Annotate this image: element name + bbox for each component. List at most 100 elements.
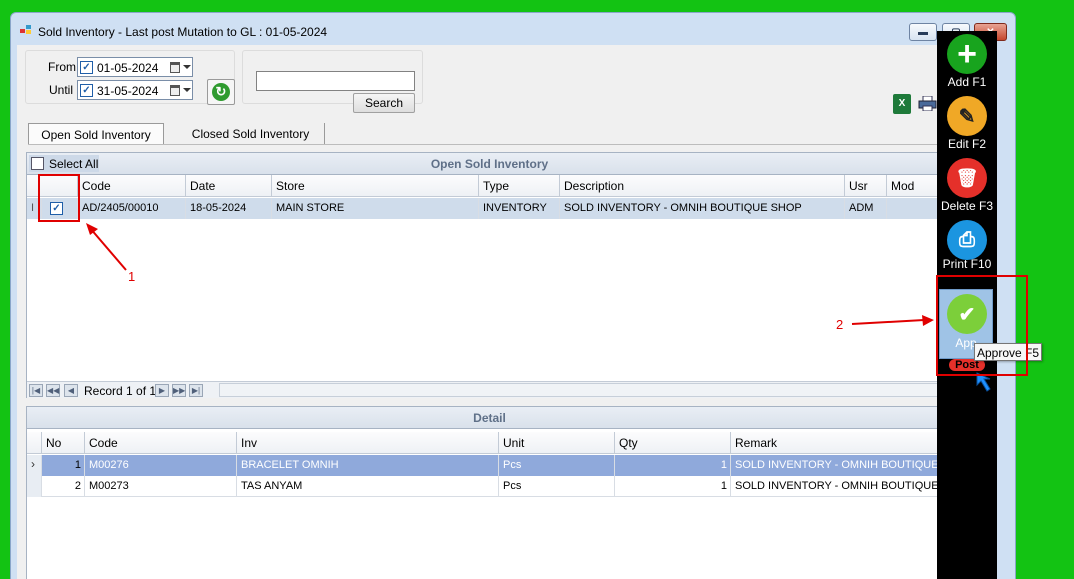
column-header-code[interactable]: Code (77, 175, 185, 197)
first-record-button[interactable]: |◀ (29, 384, 43, 397)
cell-no: 1 (41, 455, 84, 476)
cell-remark: SOLD INVENTORY - OMNIH BOUTIQUE S... (730, 455, 952, 476)
sold-inventory-window: Sold Inventory - Last post Mutation to G… (10, 12, 1016, 579)
search-button[interactable]: Search (353, 93, 415, 113)
annotation-arrow-1 (86, 223, 127, 271)
annotation-highlight-approve (936, 275, 1028, 376)
app-icon (20, 25, 32, 35)
cell-code: M00273 (84, 476, 236, 497)
grid-title: Open Sold Inventory (430, 157, 549, 171)
printer-icon: ⎙ (947, 220, 987, 260)
annotation-number-2: 2 (836, 317, 844, 332)
calendar-icon (170, 62, 180, 73)
detail-grid: Detail No Code Inv Unit Qty Remark › 1 M… (26, 406, 953, 579)
chevron-down-icon[interactable] (183, 88, 191, 92)
until-date-picker[interactable]: ✓ 31-05-2024 (77, 80, 193, 100)
table-row[interactable]: I ✓ AD/2405/00010 18-05-2024 MAIN STORE … (27, 198, 952, 219)
column-header-type[interactable]: Type (478, 175, 559, 197)
window-title: Sold Inventory - Last post Mutation to G… (38, 25, 328, 39)
delete-button-label: Delete F3 (940, 199, 994, 213)
cell-description: SOLD INVENTORY - OMNIH BOUTIQUE SHOP (559, 198, 844, 219)
from-label: From (48, 60, 76, 74)
cell-remark: SOLD INVENTORY - OMNIH BOUTIQUE S... (730, 476, 952, 497)
cell-qty: 1 (614, 455, 730, 476)
trash-icon: 🗑 (947, 158, 987, 198)
tab-closed-sold-inventory[interactable]: Closed Sold Inventory (177, 123, 325, 145)
title-bar: Sold Inventory - Last post Mutation to G… (11, 13, 1015, 45)
horizontal-scrollbar[interactable] (219, 383, 943, 397)
next-record-button[interactable]: ▶ (155, 384, 169, 397)
table-row[interactable]: › 1 M00276 BRACELET OMNIH Pcs 1 SOLD INV… (27, 455, 952, 476)
search-input[interactable] (256, 71, 415, 91)
annotation-number-1: 1 (128, 269, 136, 284)
open-sold-inventory-grid: Open Sold Inventory Select All Code Date… (26, 152, 953, 398)
column-header-description[interactable]: Description (559, 175, 844, 197)
delete-button[interactable]: 🗑 Delete F3 (937, 155, 997, 217)
from-date-value: 01-05-2024 (97, 61, 159, 75)
edit-icon: ✎ (947, 96, 987, 136)
detail-title: Detail (473, 411, 506, 425)
until-label: Until (49, 83, 74, 97)
print-button-label: Print F10 (942, 257, 992, 271)
record-navigator: |◀ ◀◀ ◀ Record 1 of 1 ▶ ▶▶ ▶| (27, 381, 952, 398)
next-page-button[interactable]: ▶▶ (172, 384, 186, 397)
until-date-checkbox[interactable]: ✓ (80, 84, 93, 97)
annotation-arrow-2 (851, 315, 934, 326)
column-header-inv[interactable]: Inv (236, 432, 498, 454)
record-counter: Record 1 of 1 (84, 384, 157, 398)
add-button[interactable]: + Add F1 (937, 31, 997, 93)
from-date-checkbox[interactable]: ✓ (80, 61, 93, 74)
cell-code: M00276 (84, 455, 236, 476)
last-record-button[interactable]: ▶| (189, 384, 203, 397)
table-row[interactable]: 2 M00273 TAS ANYAM Pcs 1 SOLD INVENTORY … (27, 476, 952, 497)
minimize-button[interactable]: ▬ (909, 23, 937, 41)
chevron-down-icon[interactable] (183, 65, 191, 69)
cell-qty: 1 (614, 476, 730, 497)
edit-button[interactable]: ✎ Edit F2 (937, 93, 997, 155)
cell-usr: ADM (844, 198, 886, 219)
from-date-picker[interactable]: ✓ 01-05-2024 (77, 57, 193, 77)
cell-type: INVENTORY (478, 198, 559, 219)
cell-no: 2 (41, 476, 84, 497)
select-all-label: Select All (49, 156, 99, 171)
cell-unit: Pcs (498, 455, 614, 476)
column-header-no[interactable]: No (41, 432, 84, 454)
grid-column-headers: Code Date Store Type Description Usr Mod (27, 175, 952, 197)
annotation-highlight-checkbox (38, 174, 80, 222)
refresh-icon: ↻ (212, 83, 230, 101)
cell-date: 18-05-2024 (185, 198, 271, 219)
tab-divider (28, 144, 952, 145)
row-indicator: › (27, 455, 41, 476)
tab-open-sold-inventory[interactable]: Open Sold Inventory (28, 123, 164, 145)
cell-code: AD/2405/00010 (77, 198, 185, 219)
until-date-value: 31-05-2024 (97, 84, 159, 98)
column-header-usr[interactable]: Usr (844, 175, 886, 197)
plus-icon: + (947, 34, 987, 74)
cell-inv: BRACELET OMNIH (236, 455, 498, 476)
column-header-remark[interactable]: Remark (730, 432, 952, 454)
column-header-qty[interactable]: Qty (614, 432, 730, 454)
prev-record-button[interactable]: ◀ (64, 384, 78, 397)
edit-button-label: Edit F2 (947, 137, 986, 151)
client-area: From ✓ 01-05-2024 Until ✓ 31-05-2024 ↻ S… (17, 45, 953, 579)
prev-page-button[interactable]: ◀◀ (46, 384, 60, 397)
refresh-button[interactable]: ↻ (207, 79, 235, 105)
grid-group-header: Open Sold Inventory Select All (27, 153, 952, 175)
detail-group-header: Detail (27, 407, 952, 429)
add-button-label: Add F1 (947, 75, 987, 89)
calendar-icon (170, 85, 180, 96)
column-header-store[interactable]: Store (271, 175, 478, 197)
print-button[interactable]: ⎙ Print F10 (937, 217, 997, 279)
print-preview-icon[interactable] (918, 96, 937, 111)
excel-export-icon[interactable]: X (893, 94, 911, 114)
column-header-date[interactable]: Date (185, 175, 271, 197)
cell-unit: Pcs (498, 476, 614, 497)
row-indicator-empty (27, 476, 41, 497)
detail-column-headers: No Code Inv Unit Qty Remark (27, 432, 952, 454)
column-header-unit[interactable]: Unit (498, 432, 614, 454)
cell-inv: TAS ANYAM (236, 476, 498, 497)
column-header-code[interactable]: Code (84, 432, 236, 454)
select-all-checkbox[interactable]: Select All (29, 155, 99, 172)
checkbox-icon (31, 157, 44, 170)
cell-store: MAIN STORE (271, 198, 478, 219)
